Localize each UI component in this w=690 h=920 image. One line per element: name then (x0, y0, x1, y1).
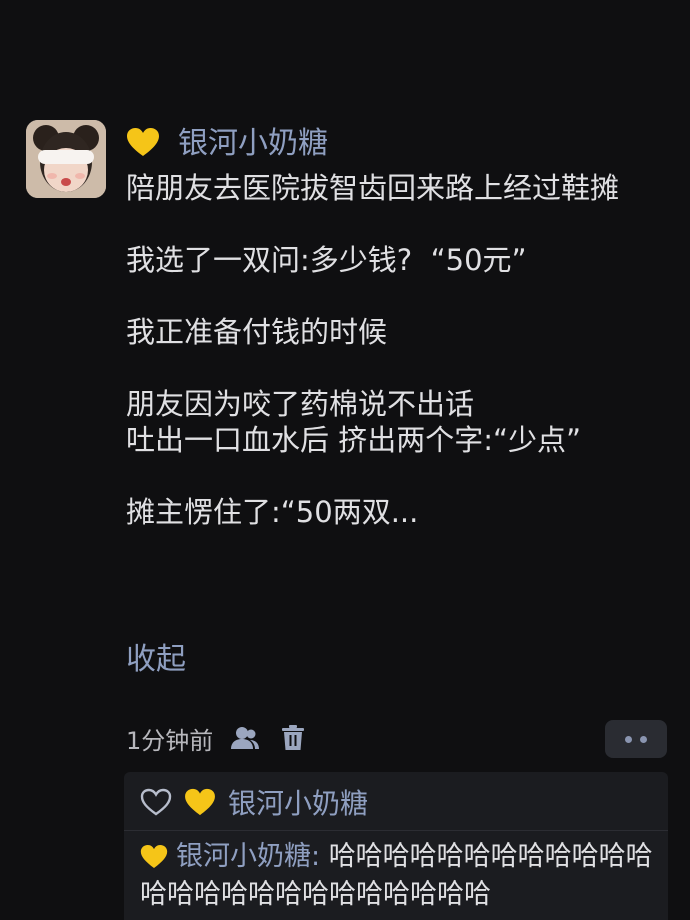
post-body: 陪朋友去医院拔智齿回来路上经过鞋摊 我选了一双问:多少钱? “50元” 我正准备… (126, 171, 620, 529)
likes-row: 银河小奶糖 (140, 784, 368, 824)
interaction-panel: 银河小奶糖 银河小奶糖: 哈哈哈哈哈哈哈哈哈哈哈哈哈哈哈哈哈哈哈哈哈哈哈哈哈 (124, 772, 668, 920)
more-dot (625, 735, 632, 743)
yellow-heart-icon (184, 788, 216, 820)
comment-item[interactable]: 银河小奶糖: 哈哈哈哈哈哈哈哈哈哈哈哈哈哈哈哈哈哈哈哈哈哈哈哈哈 (140, 840, 660, 912)
more-button[interactable] (605, 720, 667, 758)
trash-icon[interactable] (277, 722, 309, 754)
comment-separator: : (311, 841, 329, 872)
avatar[interactable] (26, 120, 106, 198)
divider (124, 830, 668, 831)
post-page: 银河小奶糖 陪朋友去医院拔智齿回来路上经过鞋摊 我选了一双问:多少钱? “50元… (0, 0, 690, 920)
post-author-row: 银河小奶糖 (126, 124, 328, 164)
comment-author-name[interactable]: 银河小奶糖 (176, 841, 311, 872)
yellow-heart-icon (126, 127, 160, 161)
like-user-name[interactable]: 银河小奶糖 (228, 784, 368, 824)
post-author-name[interactable]: 银河小奶糖 (178, 124, 328, 164)
heart-outline-icon[interactable] (140, 788, 172, 820)
post-meta: 1分钟前 (126, 718, 309, 758)
more-dot (640, 735, 647, 743)
post-time: 1分钟前 (126, 726, 214, 755)
user-icon[interactable] (229, 722, 261, 754)
collapse-link[interactable]: 收起 (126, 640, 186, 680)
yellow-heart-icon (140, 844, 168, 878)
